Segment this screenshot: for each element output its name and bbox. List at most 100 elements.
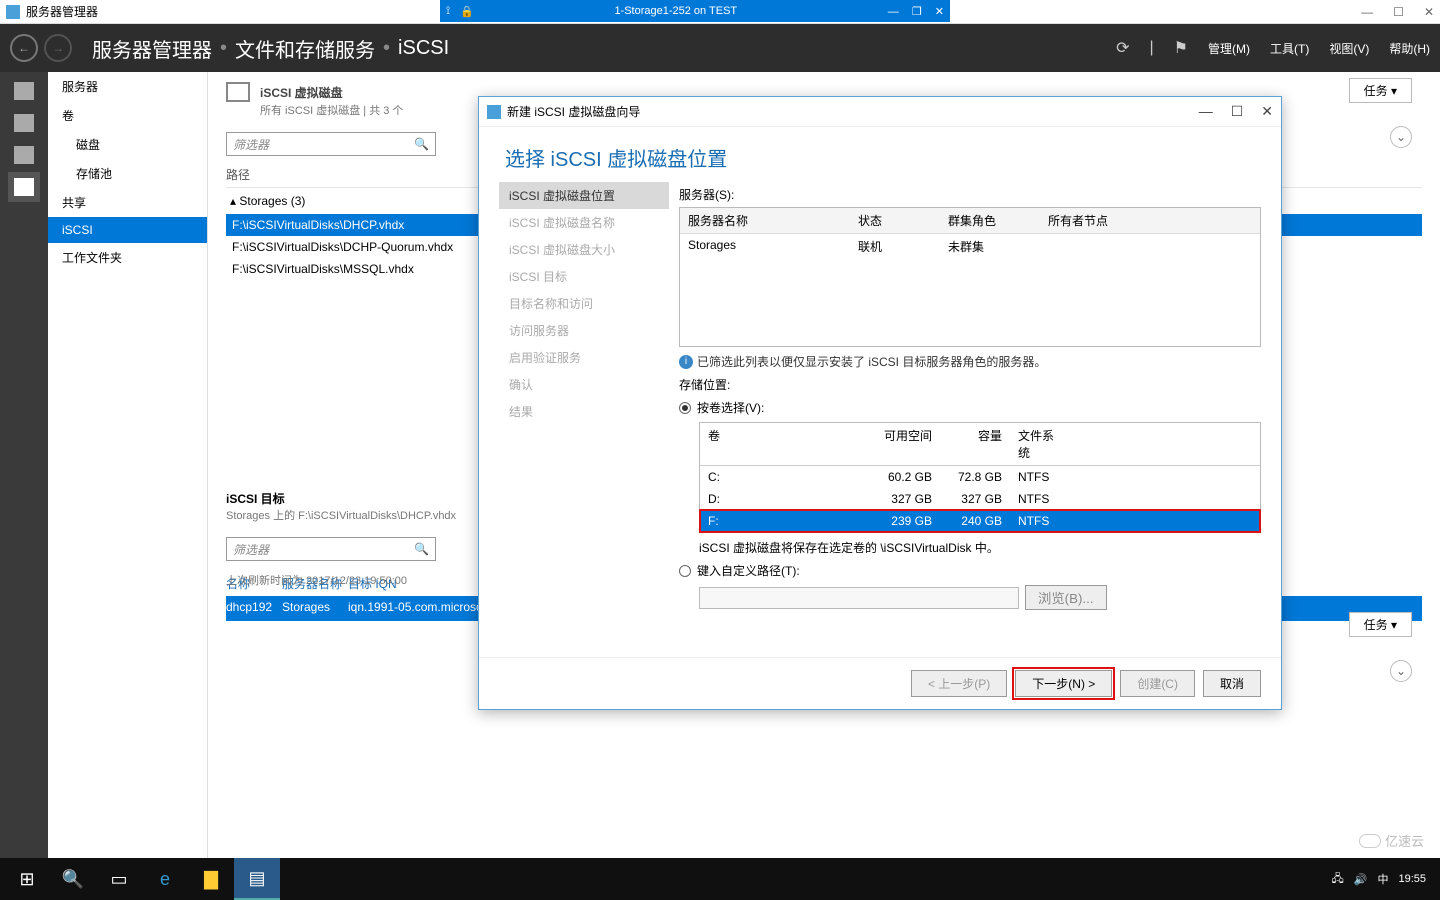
- sidebar-item-workfolders[interactable]: 工作文件夹: [48, 243, 207, 272]
- search-icon[interactable]: 🔍: [414, 542, 429, 556]
- wizard-titlebar: 新建 iSCSI 虚拟磁盘向导 — ☐ ✕: [479, 97, 1281, 127]
- volume-row-c[interactable]: C:60.2 GB72.8 GBNTFS: [700, 466, 1260, 488]
- panel-title: iSCSI 虚拟磁盘: [260, 84, 343, 101]
- step-auth: 启用验证服务: [499, 344, 669, 371]
- remote-close[interactable]: ✕: [935, 6, 944, 18]
- crumb-root[interactable]: 服务器管理器: [92, 34, 212, 63]
- sidebar: 服务器 卷 磁盘 存储池 共享 iSCSI 工作文件夹: [48, 72, 208, 858]
- roles-icon[interactable]: [14, 146, 34, 164]
- step-name: iSCSI 虚拟磁盘名称: [499, 209, 669, 236]
- ie-icon[interactable]: e: [142, 858, 188, 900]
- forward-button[interactable]: →: [44, 34, 72, 62]
- volume-note: iSCSI 虚拟磁盘将保存在选定卷的 \iSCSIVirtualDisk 中。: [699, 539, 1261, 556]
- remote-session-bar: ⟟ 🔒 1-Storage1-252 on TEST — ❐ ✕: [440, 0, 950, 22]
- app-title: 服务器管理器: [26, 3, 98, 20]
- search-button[interactable]: 🔍: [50, 858, 96, 900]
- step-access: 目标名称和访问: [499, 290, 669, 317]
- targets-filter[interactable]: 筛选器 🔍: [226, 537, 436, 561]
- back-button[interactable]: ←: [10, 34, 38, 62]
- wizard-icon: [487, 105, 501, 119]
- remote-max[interactable]: ❐: [912, 6, 922, 18]
- dashboard-icon[interactable]: [14, 82, 34, 100]
- chevron-icon: •: [220, 37, 227, 60]
- app-icon: [6, 5, 20, 19]
- remote-title: 1-Storage1-252 on TEST: [474, 5, 878, 17]
- storage-label: 存储位置:: [679, 376, 1261, 393]
- server-label: 服务器(S):: [679, 186, 1261, 203]
- server-list[interactable]: 服务器名称 状态 群集角色 所有者节点 Storages 联机 未群集: [679, 207, 1261, 347]
- filter-input[interactable]: 筛选器 🔍: [226, 132, 436, 156]
- search-icon[interactable]: 🔍: [414, 137, 429, 151]
- step-servers: 访问服务器: [499, 317, 669, 344]
- info-text: i 已筛选此列表以便仅显示安装了 iSCSI 目标服务器角色的服务器。: [679, 353, 1261, 370]
- servermgr-taskbar[interactable]: ▤: [234, 858, 280, 900]
- refresh-time: 上次刷新时间为 2017/12/23 19:50:00: [226, 572, 407, 588]
- server-row[interactable]: Storages 联机 未群集: [680, 234, 1260, 259]
- wizard-dialog: 新建 iSCSI 虚拟磁盘向导 — ☐ ✕ 选择 iSCSI 虚拟磁盘位置 iS…: [478, 96, 1282, 710]
- tasks-dropdown[interactable]: 任务 ▾: [1349, 78, 1412, 103]
- step-size: iSCSI 虚拟磁盘大小: [499, 236, 669, 263]
- radio-custom-path[interactable]: 键入自定义路径(T):: [679, 562, 1261, 579]
- max-button[interactable]: ☐: [1393, 5, 1404, 19]
- sidebar-item-shares[interactable]: 共享: [48, 188, 207, 217]
- sidebar-item-iscsi[interactable]: iSCSI: [48, 217, 207, 243]
- step-confirm: 确认: [499, 371, 669, 398]
- prev-button: < 上一步(P): [911, 670, 1007, 697]
- refresh-icon[interactable]: ⟳: [1116, 38, 1129, 58]
- collapse-icon[interactable]: ⌄: [1390, 126, 1412, 148]
- cancel-button[interactable]: 取消: [1203, 670, 1261, 697]
- volume-row-d[interactable]: D:327 GB327 GBNTFS: [700, 488, 1260, 510]
- radio-by-volume[interactable]: 按卷选择(V):: [679, 399, 1261, 416]
- breadcrumb: 服务器管理器 • 文件和存储服务 • iSCSI: [92, 34, 449, 63]
- tray-ime[interactable]: 中: [1377, 871, 1388, 887]
- min-button[interactable]: —: [1361, 5, 1373, 19]
- crumb-files[interactable]: 文件和存储服务: [235, 34, 375, 63]
- server-icon[interactable]: [14, 114, 34, 132]
- radio-icon[interactable]: [679, 402, 691, 414]
- storage-icon[interactable]: [14, 178, 34, 196]
- tray-time[interactable]: 19:55: [1398, 873, 1426, 885]
- tray-network-icon[interactable]: 🖧: [1332, 870, 1344, 889]
- step-result: 结果: [499, 398, 669, 425]
- explorer-icon[interactable]: ▇: [188, 858, 234, 900]
- taskbar: ⊞ 🔍 ▭ e ▇ ▤ 🖧 🔊 中 19:55: [0, 858, 1440, 900]
- menu-tools[interactable]: 工具(T): [1270, 40, 1309, 57]
- remote-min[interactable]: —: [888, 6, 899, 18]
- volume-list[interactable]: 卷 可用空间 容量 文件系统 C:60.2 GB72.8 GBNTFS D:32…: [699, 422, 1261, 533]
- pin-icon[interactable]: ⟟: [446, 5, 450, 18]
- start-button[interactable]: ⊞: [4, 858, 50, 900]
- taskview-button[interactable]: ▭: [96, 858, 142, 900]
- separator-icon: |: [1150, 39, 1154, 57]
- wizard-title: 新建 iSCSI 虚拟磁盘向导: [507, 103, 640, 120]
- create-button: 创建(C): [1120, 670, 1195, 697]
- menu-help[interactable]: 帮助(H): [1389, 40, 1430, 57]
- tray-volume-icon[interactable]: 🔊: [1354, 873, 1368, 886]
- sidebar-item-pools[interactable]: 存储池: [48, 159, 207, 188]
- chevron-icon: •: [383, 37, 390, 60]
- wiz-max[interactable]: ☐: [1231, 103, 1244, 120]
- close-button[interactable]: ✕: [1424, 5, 1434, 19]
- menu-view[interactable]: 视图(V): [1329, 40, 1369, 57]
- custom-path-input: [699, 587, 1019, 609]
- cloud-icon: [1359, 834, 1381, 848]
- volume-row-f[interactable]: F:239 GB240 GBNTFS: [700, 510, 1260, 532]
- sidebar-item-volumes[interactable]: 卷: [48, 101, 207, 130]
- disk-icon: [226, 82, 250, 102]
- wiz-min[interactable]: —: [1199, 103, 1213, 120]
- wiz-close[interactable]: ✕: [1261, 103, 1273, 120]
- menu-manage[interactable]: 管理(M): [1208, 40, 1250, 57]
- sidebar-item-disks[interactable]: 磁盘: [48, 130, 207, 159]
- step-target: iSCSI 目标: [499, 263, 669, 290]
- info-icon: i: [679, 355, 693, 369]
- sm-header: ← → 服务器管理器 • 文件和存储服务 • iSCSI ⟳ | ⚑ 管理(M)…: [0, 24, 1440, 72]
- collapse-icon[interactable]: ⌄: [1390, 660, 1412, 682]
- lock-icon[interactable]: 🔒: [460, 5, 474, 18]
- radio-icon[interactable]: [679, 565, 691, 577]
- watermark: 亿速云: [1359, 831, 1424, 850]
- crumb-iscsi[interactable]: iSCSI: [398, 37, 449, 60]
- sidebar-item-servers[interactable]: 服务器: [48, 72, 207, 101]
- step-location[interactable]: iSCSI 虚拟磁盘位置: [499, 182, 669, 209]
- tasks-dropdown[interactable]: 任务 ▾: [1349, 612, 1412, 637]
- next-button[interactable]: 下一步(N) >: [1015, 670, 1112, 697]
- flag-icon[interactable]: ⚑: [1174, 38, 1188, 58]
